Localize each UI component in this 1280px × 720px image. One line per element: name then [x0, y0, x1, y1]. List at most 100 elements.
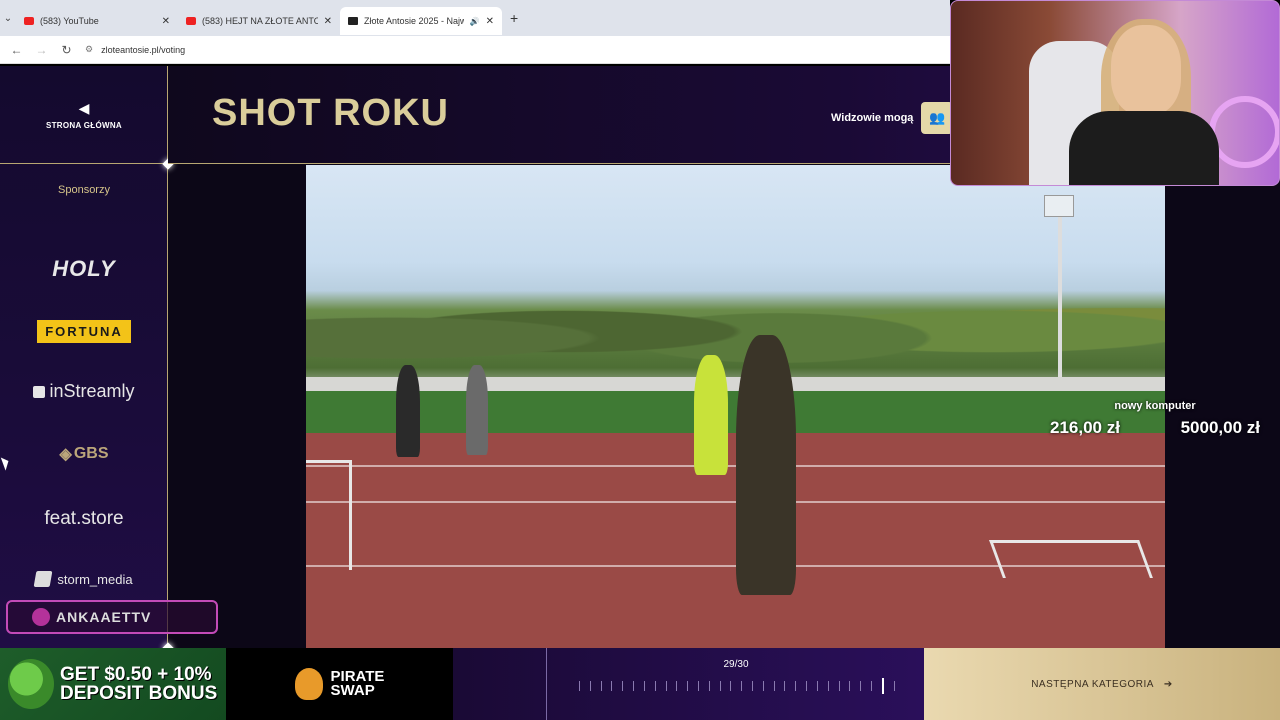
video-scene-person [694, 355, 728, 475]
progress-tick [893, 681, 895, 691]
home-label: STRONA GŁÓWNA [45, 120, 123, 130]
speaker-icon[interactable]: 🔊 [470, 17, 480, 26]
users-group-icon[interactable]: 👥 [921, 102, 954, 134]
close-icon[interactable]: ✕ [162, 16, 170, 27]
category-progress: 29/30 [453, 648, 924, 720]
progress-tick [762, 681, 764, 691]
arrow-right-icon: ➔ [1163, 678, 1173, 690]
progress-tick [676, 681, 678, 691]
webcam-ring-light [1209, 96, 1279, 168]
browser-tab-youtube[interactable]: (583) YouTube ✕ [16, 7, 178, 35]
progress-tick [860, 681, 862, 691]
address-bar: ← → ↻ ⚙ zloteantosie.pl/voting [0, 36, 950, 64]
sponsor-feat-store[interactable]: feat.store [0, 508, 168, 530]
progress-ticks [579, 678, 895, 694]
youtube-icon [24, 17, 34, 25]
progress-tick [687, 681, 689, 691]
donation-goal: 5000,00 zł [1180, 418, 1260, 437]
video-scene-person [396, 365, 420, 457]
storm-logo-icon [34, 571, 53, 587]
video-scene-trees [306, 260, 1165, 390]
progress-tick [870, 681, 872, 691]
progress-tick [665, 681, 667, 691]
youtube-icon [186, 17, 196, 25]
progress-tick [730, 681, 732, 691]
progress-tick [643, 681, 645, 691]
close-icon[interactable]: ✕ [486, 16, 494, 27]
new-tab-button[interactable]: + [510, 10, 518, 26]
viewers-label: Widzowie mogą [831, 112, 914, 124]
sponsor-holy[interactable]: HOLY [0, 256, 168, 282]
progress-tick [719, 681, 721, 691]
video-scene-hurdle [306, 460, 352, 570]
tab-title: Złote Antosie 2025 - Najwię [364, 16, 464, 26]
browser-tab-zlote-antosie[interactable]: Złote Antosie 2025 - Najwię 🔊 ✕ [340, 7, 502, 35]
browser-tab-hejt[interactable]: (583) HEJT NA ZŁOTE ANTOSIE ✕ [178, 7, 340, 35]
progress-tick [806, 681, 808, 691]
category-title: SHOT ROKU [212, 92, 449, 134]
video-scene-hurdle [989, 540, 1153, 578]
sponsor-storm-media[interactable]: storm_media [0, 571, 168, 587]
video-scene-stand [306, 377, 1165, 391]
viewers-vote-control[interactable]: Widzowie mogą 👥 [831, 102, 954, 134]
close-icon[interactable]: ✕ [324, 16, 332, 27]
back-icon[interactable]: ← [4, 43, 29, 57]
tab-title: (583) HEJT NA ZŁOTE ANTOSIE [202, 16, 318, 26]
progress-tick [816, 681, 818, 691]
progress-tick [708, 681, 710, 691]
sponsor-storm-label: storm_media [57, 571, 133, 587]
video-scene-person [466, 365, 488, 455]
url-field[interactable]: ⚙ zloteantosie.pl/voting [85, 44, 185, 55]
progress-count: 29/30 [723, 659, 749, 670]
progress-tick [784, 681, 786, 691]
tab-search-chevron-icon[interactable]: ⌄ [0, 0, 16, 36]
progress-tick [881, 678, 884, 694]
gbs-logo-icon: ◈ [59, 446, 72, 463]
streamer-webcam [950, 0, 1280, 186]
progress-tick [589, 681, 591, 691]
ad-banner-deposit-bonus[interactable]: GET $0.50 + 10% DEPOSIT BONUS [0, 648, 226, 720]
donation-goal-overlay: nowy komputer 216,00 zł 5000,00 zł [1050, 400, 1260, 438]
forward-icon[interactable]: → [29, 43, 54, 57]
sponsors-title: Sponsorzy [58, 184, 110, 196]
sponsor-gbs[interactable]: ◈ GBS [0, 444, 168, 464]
ad-banner-pirate-swap[interactable]: PIRATE SWAP [226, 648, 453, 720]
progress-tick [600, 681, 602, 691]
progress-tick [697, 681, 699, 691]
donation-amounts: 216,00 zł 5000,00 zł [1050, 418, 1260, 438]
tab-title: (583) YouTube [40, 16, 99, 26]
progress-track: 29/30 [546, 648, 924, 720]
site-info-icon[interactable]: ⚙ [85, 44, 93, 55]
next-category-button[interactable]: NASTĘPNA KATEGORIA ➔ [924, 648, 1280, 720]
sponsor-instreamly-label: inStreamly [49, 381, 135, 401]
progress-tick [633, 681, 635, 691]
twitch-handle-badge: ANKAAETTV [6, 600, 218, 634]
progress-tick [579, 681, 580, 691]
video-player[interactable] [306, 165, 1165, 648]
video-scene-athlete [736, 335, 796, 595]
pirate-swap-text: PIRATE SWAP [331, 669, 385, 698]
sidebar: ◀ STRONA GŁÓWNA Sponsorzy HOLY FORTUNA i… [0, 66, 168, 648]
webcam-person-body [1069, 111, 1219, 185]
progress-tick [752, 681, 753, 691]
progress-tick [795, 681, 797, 691]
progress-tick [654, 681, 656, 691]
mascot-icon [8, 659, 54, 709]
progress-tick [773, 681, 775, 691]
sponsor-instreamly[interactable]: inStreamly [0, 381, 168, 402]
bottom-bar: GET $0.50 + 10% DEPOSIT BONUS PIRATE SWA… [0, 648, 1280, 720]
donation-goal-label: nowy komputer [1114, 400, 1196, 412]
home-link[interactable]: ◀ STRONA GŁÓWNA [0, 66, 168, 164]
video-scene-floodlight [1044, 195, 1074, 217]
ad-text-line1: GET $0.50 + 10% [60, 664, 212, 685]
donation-current: 216,00 zł [1050, 418, 1120, 437]
sponsor-fortuna[interactable]: FORTUNA [0, 320, 168, 343]
reload-icon[interactable]: ↻ [54, 43, 79, 57]
browser-tab-bar: ⌄ (583) YouTube ✕ (583) HEJT NA ZŁOTE AN… [0, 0, 950, 36]
pirate-logo-icon [294, 668, 323, 700]
twitch-handle: ANKAAETTV [56, 609, 152, 625]
twitch-icon [32, 608, 50, 626]
webcam-person-face [1111, 25, 1181, 115]
site-icon [348, 17, 358, 25]
progress-tick [611, 681, 613, 691]
